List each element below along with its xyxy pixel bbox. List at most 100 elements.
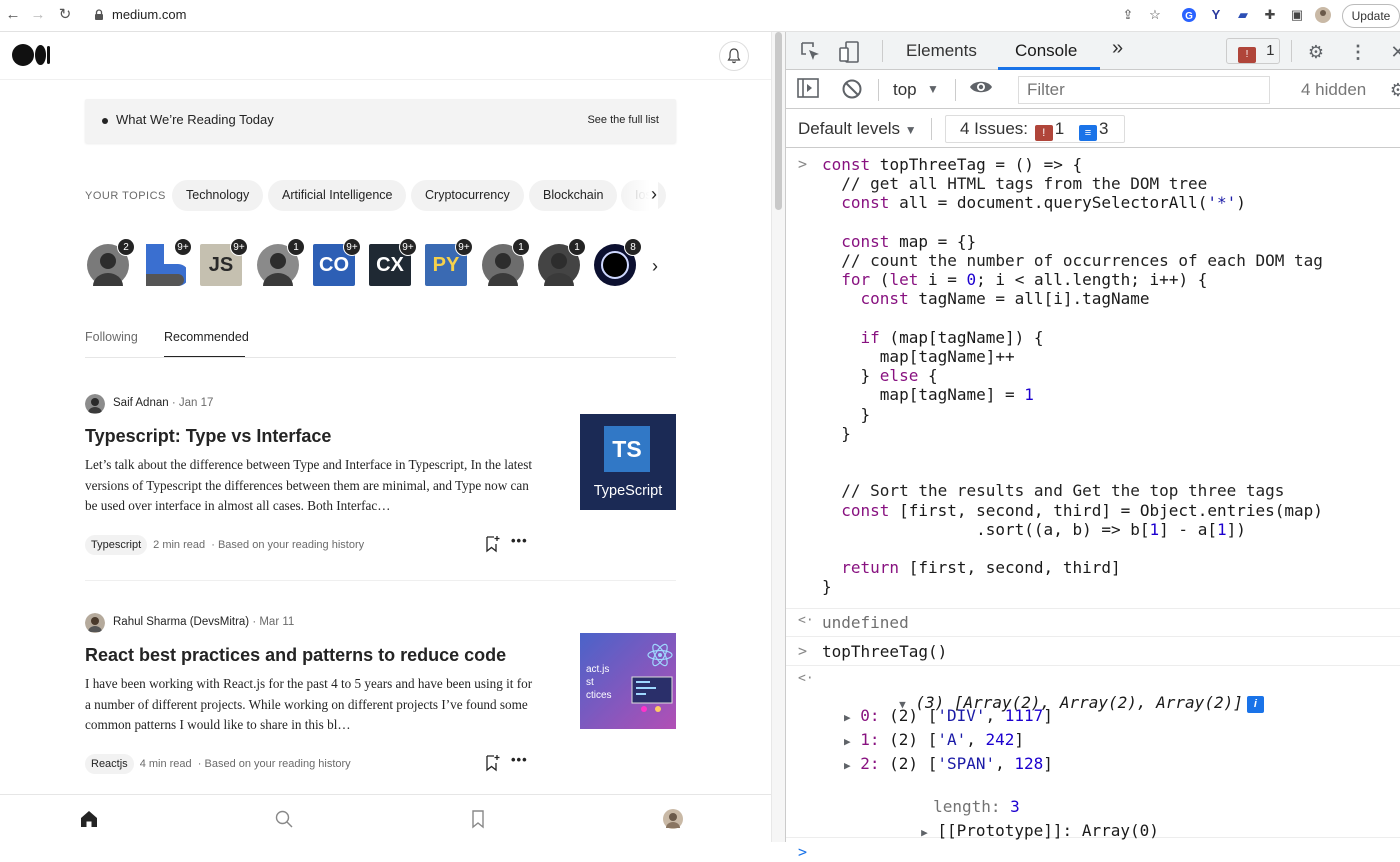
update-button[interactable]: Update: [1342, 4, 1400, 28]
array-item-row[interactable]: ▶ 1: (2) ['A', 242]: [844, 730, 1024, 751]
console-filter-input[interactable]: [1018, 76, 1270, 104]
log-levels-select[interactable]: Default levels ▼: [798, 119, 917, 139]
author-name[interactable]: Saif Adnan: [113, 397, 169, 409]
more-options-vertical-icon[interactable]: ⋮: [1346, 40, 1370, 64]
bookmark-add-icon[interactable]: [484, 535, 500, 553]
address-bar[interactable]: medium.com: [84, 3, 1170, 27]
tab-console[interactable]: Console: [1015, 41, 1077, 61]
your-topics-label: YOUR TOPICS: [85, 190, 166, 202]
react-illustration-icon: [631, 643, 673, 712]
console-result-entry[interactable]: <· ▼ (3) [Array(2), Array(2), Array(2)] i…: [786, 666, 1400, 840]
bookmark-add-icon[interactable]: [484, 754, 500, 772]
unread-count-badge: 1: [287, 238, 305, 256]
code-block: const topThreeTag = () => { // get all H…: [822, 155, 1323, 597]
close-devtools-icon[interactable]: ✕: [1386, 40, 1400, 64]
unread-count-badge: 1: [568, 238, 586, 256]
bookmark-star-icon[interactable]: ☆: [1147, 7, 1163, 23]
svg-text:G: G: [1185, 11, 1193, 22]
followed-publication-avatar[interactable]: 9+: [144, 238, 192, 286]
show-sidebar-icon[interactable]: [796, 78, 820, 102]
input-prompt-icon: >: [798, 155, 808, 173]
issues-counter-button[interactable]: ! 1: [1226, 38, 1280, 64]
extension-flag-icon[interactable]: ▰: [1235, 7, 1251, 23]
topic-chip[interactable]: Artificial Intelligence: [268, 180, 407, 211]
array-item-row[interactable]: ▶ 2: (2) ['SPAN', 128]: [844, 754, 1053, 775]
device-toolbar-icon[interactable]: [838, 40, 862, 64]
back-icon[interactable]: ←: [4, 6, 22, 24]
array-value: (2) ['DIV', 1117]: [889, 706, 1053, 725]
tab-elements[interactable]: Elements: [906, 41, 977, 61]
followed-publication-avatar[interactable]: JS 9+: [200, 238, 248, 286]
home-icon[interactable]: [79, 809, 99, 829]
article-snippet[interactable]: Let’s talk about the difference between …: [85, 455, 535, 517]
console-result-entry: <· undefined: [786, 609, 1400, 637]
reading-list-icon[interactable]: [468, 809, 488, 829]
info-icon[interactable]: i: [1246, 696, 1264, 714]
article-thumbnail[interactable]: act.js st ctices: [580, 633, 676, 729]
followed-publication-avatar[interactable]: PY 9+: [425, 238, 473, 286]
followed-publication-avatar[interactable]: 2: [87, 238, 135, 286]
article-title[interactable]: React best practices and patterns to red…: [85, 645, 506, 666]
medium-header: [0, 32, 771, 80]
share-icon[interactable]: ⇪: [1120, 7, 1136, 23]
clear-console-icon[interactable]: [840, 78, 864, 102]
followed-publication-avatar[interactable]: CX 9+: [369, 238, 417, 286]
author-avatar[interactable]: [85, 613, 105, 633]
tab-following[interactable]: Following: [85, 330, 138, 344]
see-full-list-link[interactable]: See the full list: [587, 114, 659, 126]
expand-triangle-icon[interactable]: ▶: [844, 759, 851, 772]
sidebar-icon[interactable]: ▣: [1289, 7, 1305, 23]
article-snippet[interactable]: I have been working with React.js for th…: [85, 674, 535, 736]
more-options-icon[interactable]: •••: [511, 752, 528, 767]
article-title[interactable]: Typescript: Type vs Interface: [85, 426, 331, 447]
expand-triangle-icon[interactable]: ▶: [844, 711, 851, 724]
extension-y-icon[interactable]: Y: [1208, 7, 1224, 23]
followed-publication-avatar[interactable]: CO 9+: [313, 238, 361, 286]
article-tag[interactable]: Reactjs: [85, 754, 134, 774]
followed-publication-avatar[interactable]: 1: [257, 238, 305, 286]
console-input-entry[interactable]: > const topThreeTag = () => { // get all…: [786, 149, 1400, 609]
followed-publication-avatar[interactable]: 1: [482, 238, 530, 286]
recommend-reason: · Based on your reading history: [197, 758, 351, 770]
reading-today-banner[interactable]: What We’re Reading Today See the full li…: [85, 99, 676, 143]
extension-g-icon[interactable]: G: [1181, 7, 1197, 23]
topic-chip[interactable]: Technology: [172, 180, 264, 211]
array-prototype[interactable]: ▶ [[Prototype]]: Array(0): [844, 802, 1159, 862]
dropdown-arrow-icon[interactable]: ▼: [927, 82, 939, 96]
article-thumbnail[interactable]: TS TypeScript: [580, 414, 676, 510]
chevron-right-icon[interactable]: ›: [651, 184, 657, 205]
console-prompt-icon[interactable]: >: [798, 843, 807, 861]
settings-gear-icon[interactable]: ⚙: [1304, 40, 1328, 64]
issues-button[interactable]: 4 Issues: ! 1 ≡ 3: [945, 115, 1125, 143]
extensions-puzzle-icon[interactable]: ✚: [1262, 7, 1278, 23]
more-options-icon[interactable]: •••: [511, 533, 528, 548]
more-tabs-icon[interactable]: »: [1112, 37, 1123, 60]
expand-triangle-icon[interactable]: ▶: [844, 735, 851, 748]
author-avatar[interactable]: [85, 394, 105, 414]
topic-chip[interactable]: Blockchain: [529, 180, 618, 211]
profile-avatar-icon[interactable]: [663, 809, 683, 829]
forward-icon[interactable]: →: [29, 6, 47, 24]
notifications-bell-icon[interactable]: [719, 41, 749, 71]
followed-publication-avatar[interactable]: 1: [538, 238, 586, 286]
live-expression-eye-icon[interactable]: [969, 78, 993, 102]
javascript-context-select[interactable]: top: [893, 80, 917, 100]
array-index: 0:: [850, 706, 890, 725]
followed-publication-avatar[interactable]: 8: [594, 238, 642, 286]
unread-count-badge: 1: [512, 238, 530, 256]
author-name[interactable]: Rahul Sharma (DevsMitra): [113, 616, 249, 628]
article-tag[interactable]: Typescript: [85, 535, 148, 555]
tab-recommended[interactable]: Recommended: [164, 330, 249, 344]
console-settings-gear-icon[interactable]: ⚙: [1386, 78, 1400, 102]
console-input-entry[interactable]: > topThreeTag(): [786, 637, 1400, 666]
array-item-row[interactable]: ▶ 0: (2) ['DIV', 1117]: [844, 706, 1053, 727]
reload-icon[interactable]: ↻: [56, 6, 74, 24]
scrollbar-thumb[interactable]: [775, 32, 782, 210]
inspect-element-icon[interactable]: [798, 40, 822, 64]
chevron-right-icon[interactable]: ›: [652, 256, 658, 277]
console-output[interactable]: > const topThreeTag = () => { // get all…: [786, 149, 1400, 861]
search-icon[interactable]: [274, 809, 294, 829]
page-scrollbar[interactable]: [771, 32, 785, 842]
topic-chip[interactable]: Cryptocurrency: [411, 180, 524, 211]
profile-avatar-icon[interactable]: [1315, 7, 1331, 23]
